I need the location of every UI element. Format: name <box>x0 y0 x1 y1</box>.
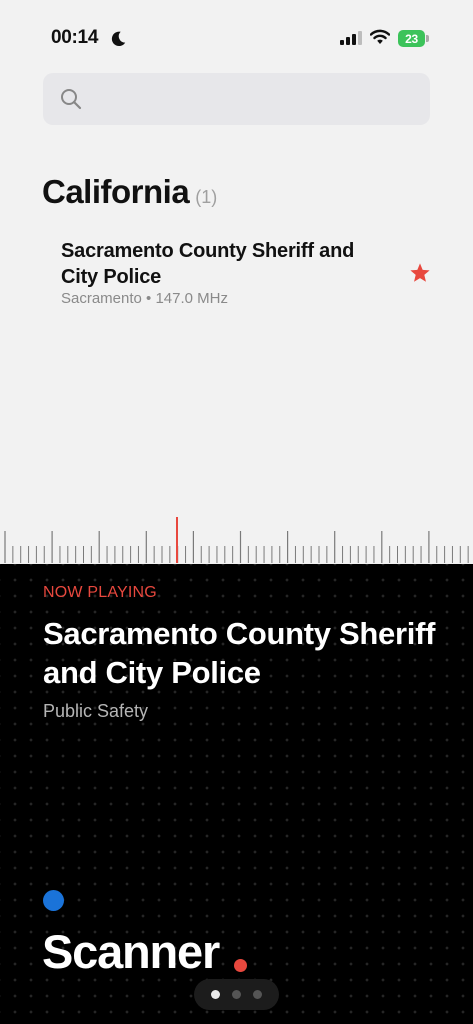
list-item[interactable]: Sacramento County Sheriff and City Polic… <box>61 238 441 314</box>
wifi-icon <box>370 29 390 44</box>
now-playing-category: Public Safety <box>43 701 149 721</box>
status-bar: 00:14 23 <box>0 0 473 70</box>
battery-icon: 23 <box>398 30 430 47</box>
status-time: 00:14 <box>51 27 99 48</box>
brand-logo: Scanner <box>42 925 220 978</box>
search-bar[interactable] <box>43 73 430 127</box>
search-input[interactable] <box>95 73 419 127</box>
station-name: Sacramento County Sheriff and City Polic… <box>61 240 355 288</box>
status-dot-icon <box>43 890 64 911</box>
page-dot[interactable] <box>232 990 241 999</box>
signal-icon <box>340 31 362 45</box>
section-title: California (1) <box>42 173 217 211</box>
brand-dot-icon <box>234 959 247 972</box>
now-playing-panel[interactable]: NOW PLAYING Sacramento County Sheriff an… <box>0 564 473 1024</box>
page-dot[interactable] <box>211 990 220 999</box>
section-count: (1) <box>195 187 218 207</box>
now-playing-label: NOW PLAYING <box>43 584 157 601</box>
frequency-dial[interactable] <box>0 513 473 565</box>
battery-level: 23 <box>398 30 425 47</box>
favorite-star-icon[interactable] <box>409 262 431 284</box>
section-title-text: California <box>42 173 190 210</box>
station-meta: Sacramento • 147.0 MHz <box>61 290 228 307</box>
search-icon <box>61 89 82 110</box>
now-playing-title: Sacramento County Sheriff and City Polic… <box>43 616 436 690</box>
page-dot[interactable] <box>253 990 262 999</box>
moon-icon <box>111 31 126 47</box>
page-indicator[interactable] <box>194 979 279 1010</box>
